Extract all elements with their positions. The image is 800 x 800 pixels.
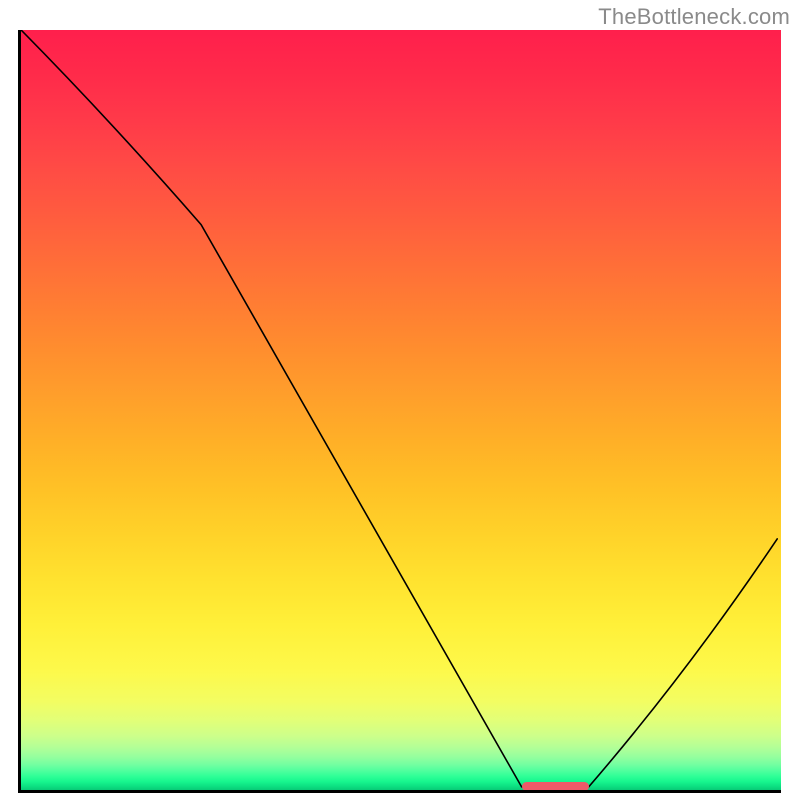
- watermark-text: TheBottleneck.com: [598, 4, 790, 30]
- chart-container: TheBottleneck.com: [0, 0, 800, 800]
- optimal-marker: [522, 782, 589, 791]
- plot-area: [18, 30, 781, 793]
- bottleneck-curve: [21, 30, 777, 787]
- curve-svg: [18, 30, 781, 793]
- plot-inner: [18, 30, 781, 793]
